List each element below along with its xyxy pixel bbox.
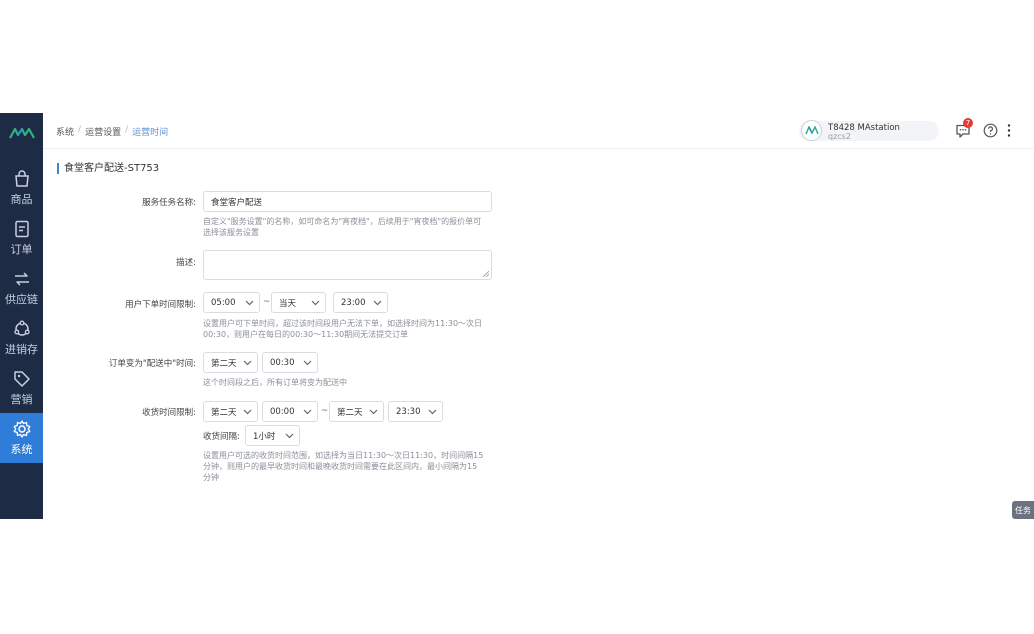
avatar (801, 120, 822, 141)
exchange-arrows-icon (14, 272, 29, 286)
sidebar-item-label: 系统 (10, 443, 33, 456)
document-icon (14, 220, 29, 238)
delivering-time-hint: 这个时间段之后，所有订单将变为配送中 (203, 378, 347, 387)
select-value: 00:30 (270, 357, 295, 368)
brand-logo-icon[interactable] (0, 113, 43, 153)
select-value: 05:00 (211, 297, 236, 308)
chevron-down-icon (311, 300, 320, 306)
delivering-day-select[interactable]: 第二天 (203, 352, 258, 373)
chevron-down-icon (373, 300, 382, 306)
receive-start-time-select[interactable]: 00:00 (262, 401, 318, 422)
chevron-down-icon (369, 409, 378, 415)
service-name-label: 服务任务名称: (142, 198, 196, 208)
delivering-time-select[interactable]: 00:30 (262, 352, 318, 373)
breadcrumb-item-system[interactable]: 系统 (56, 125, 74, 138)
range-separator: ~ (321, 406, 329, 416)
chevron-down-icon (245, 300, 254, 306)
select-value: 第二天 (211, 407, 237, 418)
description-textarea[interactable] (203, 250, 492, 280)
select-value: 23:30 (396, 406, 421, 417)
hint-line: 设置用户可下单时间，超过该时间段用户无法下单，如选择时间为11:30～次日 (203, 319, 483, 328)
receive-start-day-select[interactable]: 第二天 (203, 401, 258, 422)
chevron-down-icon (285, 433, 294, 439)
resize-handle-icon[interactable] (483, 271, 489, 277)
message-count-badge: 7 (963, 118, 973, 128)
receive-end-time-select[interactable]: 23:30 (388, 401, 443, 422)
order-end-day-select[interactable]: 当天 (271, 292, 326, 313)
sidebar-item-system[interactable]: 系统 (0, 413, 43, 463)
chevron-down-icon (243, 409, 252, 415)
range-separator: ~ (263, 297, 271, 307)
hint-line: 选择该服务设置 (203, 228, 259, 237)
user-menu[interactable]: T8428 MAstation qzcs2 (799, 120, 939, 141)
page-title: 食堂客户配送-ST753 (57, 163, 159, 174)
chevron-down-icon (303, 409, 312, 415)
select-value: 第二天 (337, 407, 363, 418)
user-account: qzcs2 (828, 132, 851, 141)
sidebar: 商品 订单 供应链 进销存 营销 系统 (0, 113, 43, 519)
sidebar-item-inventory[interactable]: 进销存 (0, 313, 43, 363)
breadcrumb-separator: / (125, 125, 129, 135)
top-bar: 系统 / 运营设置 / 运营时间 T8428 MAstation qzcs2 7 (43, 113, 1034, 149)
tag-icon (13, 371, 30, 387)
hint-line: 设置用户可选的收货时间范围，如选择为当日11:30～次日11:30，时间间隔15 (203, 451, 484, 460)
delivering-time-label: 订单变为"配送中"时间: (108, 359, 196, 369)
order-end-time-select[interactable]: 23:00 (333, 292, 388, 313)
hint-line: 分钟，则用户的最早收货时间和最晚收货时间需要在此区间内，最小间隔为15 (203, 462, 478, 471)
chevron-down-icon (303, 360, 312, 366)
select-value: 1小时 (253, 431, 276, 442)
select-value: 00:00 (270, 406, 295, 417)
sidebar-item-label: 营销 (10, 393, 33, 406)
more-vertical-icon[interactable] (1005, 123, 1013, 138)
breadcrumb: 系统 / 运营设置 / 运营时间 (56, 125, 168, 138)
select-value: 23:00 (341, 297, 366, 308)
sidebar-item-label: 供应链 (5, 293, 38, 306)
order-start-time-select[interactable]: 05:00 (203, 292, 260, 313)
chevron-down-icon (243, 360, 252, 366)
service-name-hint: 自定义"服务设置"的名称，如可命名为"宵夜档"，后续用于"宵夜档"的报价单可 选… (203, 216, 481, 238)
description-label: 描述: (176, 258, 196, 268)
app-window: 商品 订单 供应链 进销存 营销 系统 系统 / 运营设置 / 运营时间 T84… (0, 113, 1034, 519)
hint-line: 自定义"服务设置"的名称，如可命名为"宵夜档"，后续用于"宵夜档"的报价单可 (203, 217, 482, 226)
hint-line: 分钟 (203, 473, 219, 482)
help-icon[interactable] (983, 123, 998, 138)
receive-interval-select[interactable]: 1小时 (245, 425, 300, 446)
select-value: 第二天 (211, 358, 237, 369)
hint-line: 00:30，则用户在每日的00:30～11:30期间无法提交订单 (203, 330, 409, 339)
shopping-bag-icon (14, 170, 29, 187)
chevron-down-icon (428, 409, 437, 415)
receive-time-label: 收货时间限制: (142, 408, 196, 418)
sidebar-item-label: 商品 (10, 193, 33, 206)
sidebar-item-label: 订单 (10, 243, 33, 256)
order-time-hint: 设置用户可下单时间，超过该时间段用户无法下单，如选择时间为11:30～次日 00… (203, 318, 482, 340)
order-time-label: 用户下单时间限制: (125, 300, 196, 310)
sidebar-item-label: 进销存 (5, 343, 38, 356)
select-value: 当天 (279, 298, 297, 309)
breadcrumb-separator: / (78, 125, 82, 135)
receive-end-day-select[interactable]: 第二天 (329, 401, 384, 422)
gear-icon (13, 420, 30, 438)
task-panel-tab[interactable]: 任务 (1012, 501, 1034, 519)
breadcrumb-item-ops-settings[interactable]: 运营设置 (85, 125, 121, 138)
cycle-icon (13, 320, 30, 336)
receive-time-hint: 设置用户可选的收货时间范围，如选择为当日11:30～次日11:30，时间间隔15… (203, 450, 483, 483)
service-name-input[interactable]: 食堂客户配送 (203, 191, 492, 212)
breadcrumb-item-ops-time: 运营时间 (132, 128, 169, 138)
receive-interval-label: 收货间隔: (203, 432, 240, 442)
